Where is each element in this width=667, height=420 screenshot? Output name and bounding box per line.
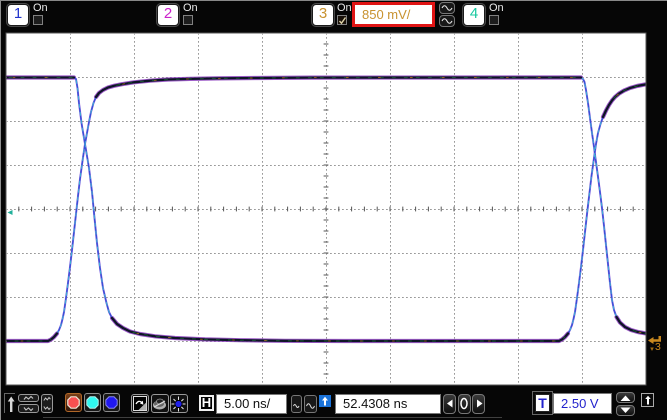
svg-text:3: 3: [655, 341, 661, 353]
